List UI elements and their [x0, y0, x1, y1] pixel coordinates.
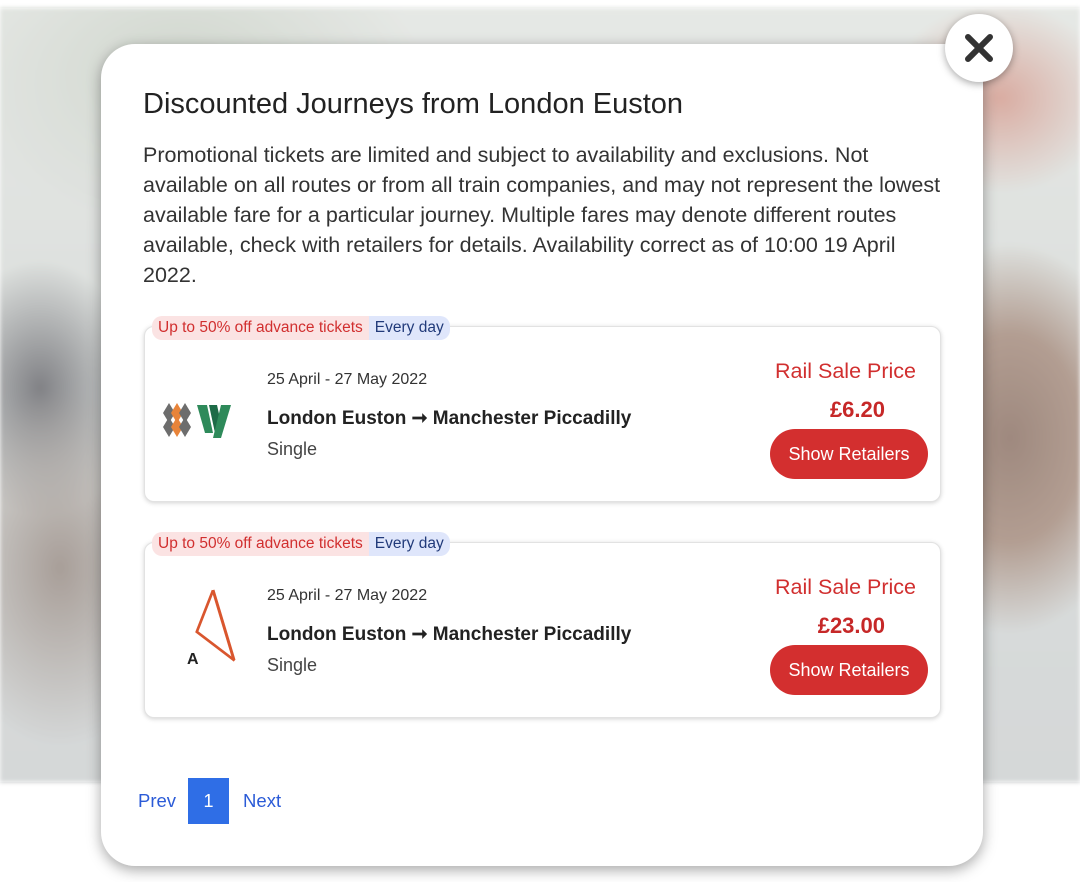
top-strip	[0, 0, 1080, 8]
offer-tags: Up to 50% off advance tickets Every day	[152, 316, 450, 340]
offer-card-1: Up to 50% off advance tickets Every day …	[144, 316, 941, 506]
show-retailers-button[interactable]: Show Retailers	[770, 645, 928, 695]
avanti-triangle-logo: A	[187, 589, 236, 665]
price-value: £6.20	[829, 397, 885, 422]
offer-route: London Euston ➞ Manchester Piccadilly	[267, 408, 632, 429]
modal-description: Promotional tickets are limited and subj…	[143, 143, 941, 287]
modal-title: Discounted Journeys from London Euston	[143, 88, 684, 120]
prev-page-link[interactable]: Prev	[138, 790, 176, 812]
offer-route: London Euston ➞ Manchester Piccadilly	[267, 624, 632, 645]
pagination: Prev 1 Next	[138, 778, 281, 824]
offer-card-2: Up to 50% off advance tickets Every day …	[144, 532, 941, 722]
days-tag: Every day	[368, 316, 450, 340]
show-retailers-button[interactable]: Show Retailers	[770, 429, 928, 479]
offer-tags: Up to 50% off advance tickets Every day	[152, 532, 450, 556]
avanti-west-coast-logo	[163, 403, 231, 438]
discount-tag: Up to 50% off advance tickets	[152, 316, 369, 340]
days-tag: Every day	[368, 532, 450, 556]
discount-tag: Up to 50% off advance tickets	[152, 532, 369, 556]
close-modal-button[interactable]	[945, 14, 1013, 82]
offer-dates: 25 April - 27 May 2022	[267, 587, 428, 604]
offer-card-body: 25 April - 27 May 2022 London Euston ➞ M…	[144, 326, 941, 502]
next-page-link[interactable]: Next	[243, 790, 281, 812]
logo-letter: A	[187, 651, 199, 665]
close-icon	[965, 34, 993, 62]
offer-dates: 25 April - 27 May 2022	[267, 371, 428, 388]
ticket-type: Single	[267, 439, 318, 459]
page-number-current[interactable]: 1	[188, 778, 230, 824]
price-label: Rail Sale Price	[775, 359, 916, 383]
discounted-journeys-modal: Discounted Journeys from London Euston P…	[101, 44, 983, 866]
price-label: Rail Sale Price	[775, 575, 916, 599]
offer-card-body: A 25 April - 27 May 2022 London Euston ➞…	[144, 542, 941, 718]
ticket-type: Single	[267, 655, 318, 675]
price-value: £23.00	[817, 613, 885, 638]
